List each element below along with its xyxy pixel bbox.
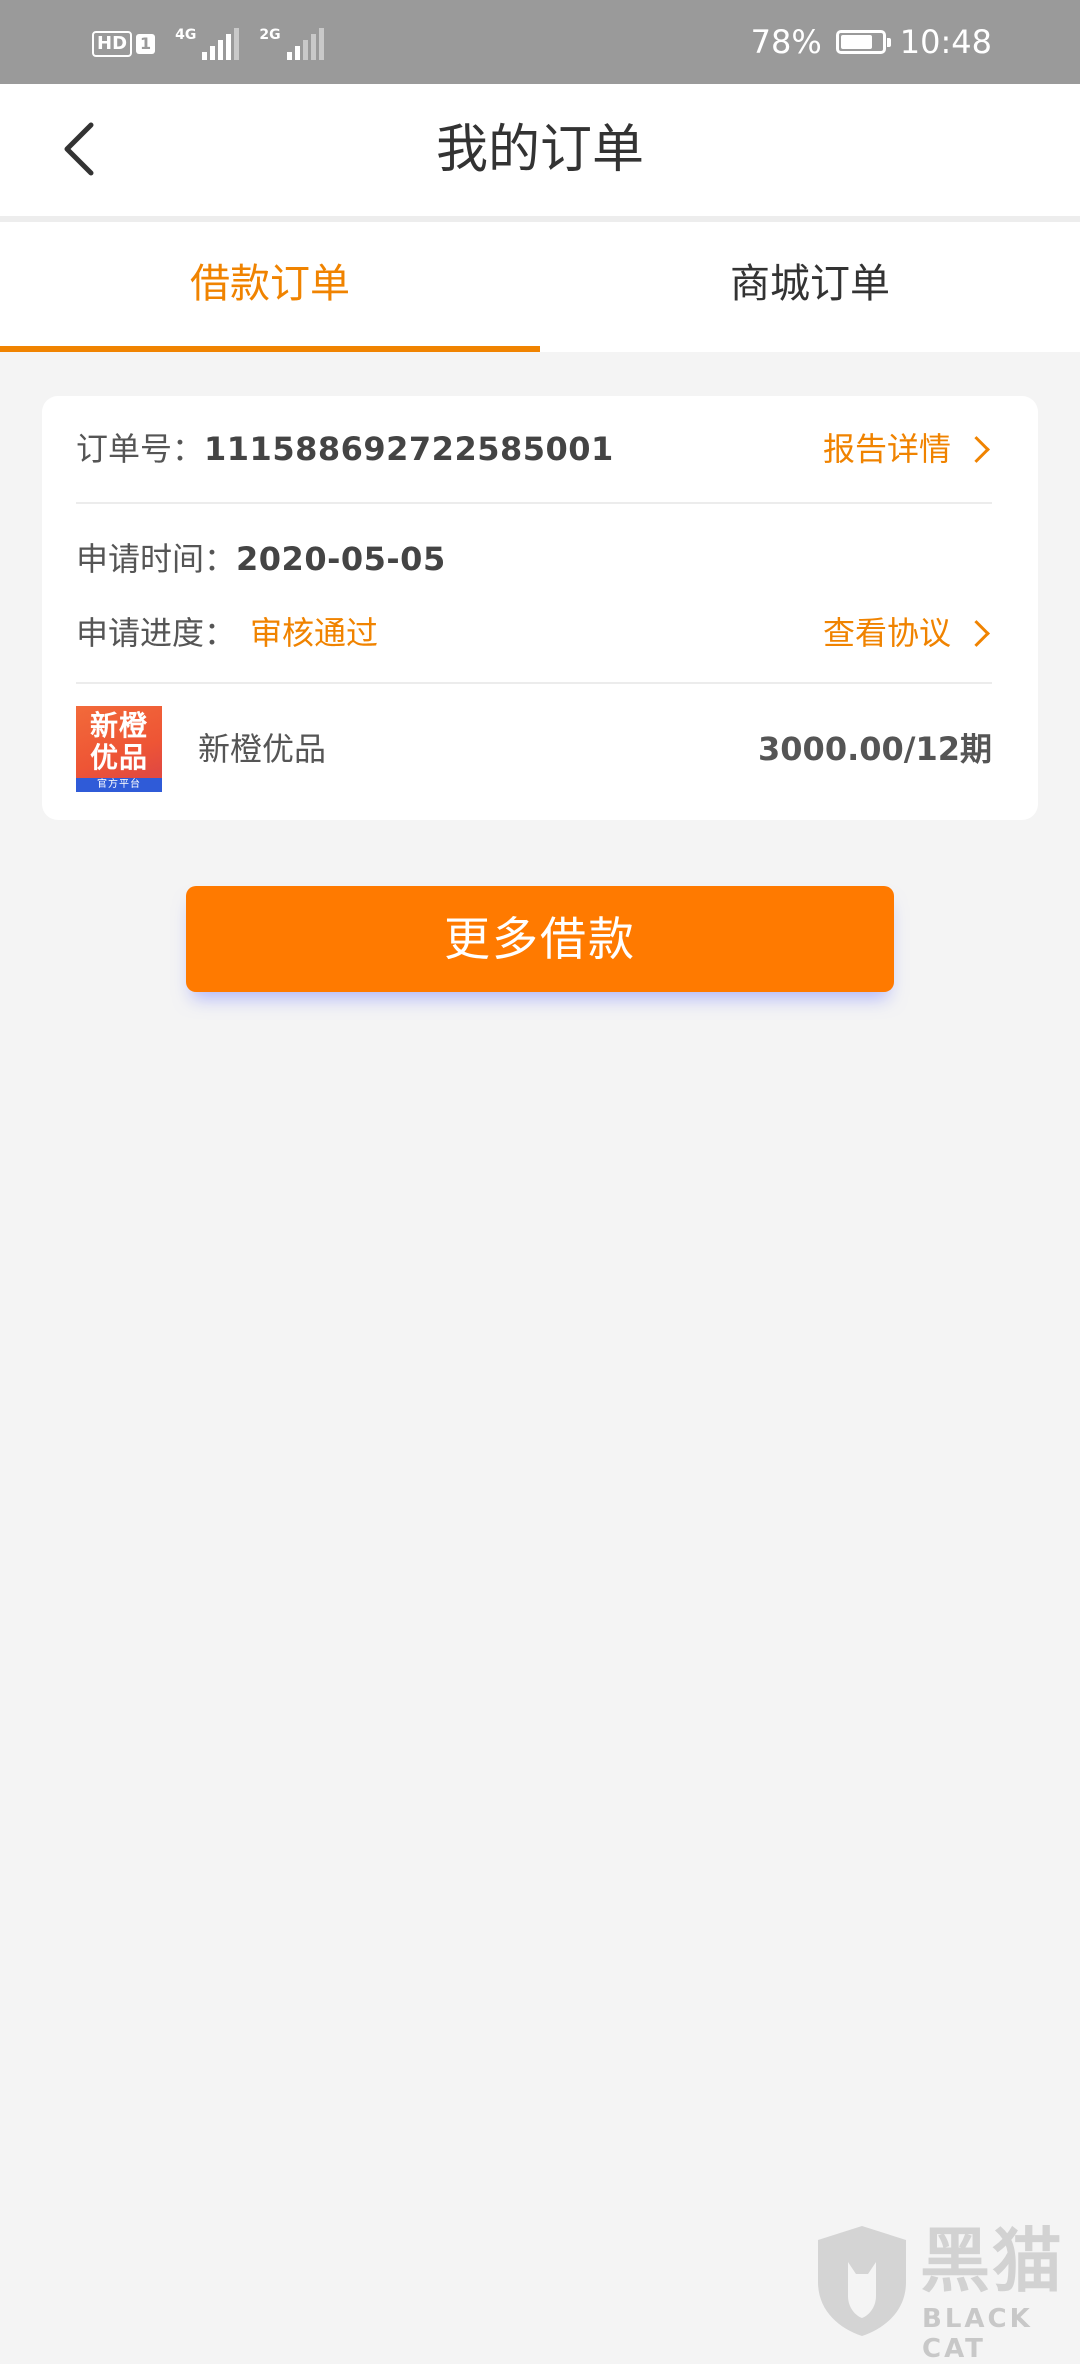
signal-4g-icon: 4G (175, 27, 240, 60)
tab-loan-orders[interactable]: 借款订单 (0, 222, 540, 352)
cat-shield-icon (818, 2226, 906, 2336)
product-name: 新橙优品 (198, 730, 327, 768)
divider (76, 682, 992, 684)
hd-voice-icon: HD 1 (92, 31, 156, 57)
apply-time-value: 2020-05-05 (236, 540, 446, 578)
status-right: 78% 10:48 (751, 20, 992, 64)
watermark-title: 黑猫 (920, 2220, 1064, 2302)
battery-icon (835, 30, 891, 54)
status-left: HD 1 4G 2G (92, 24, 324, 64)
apply-time-row: 申请时间：2020-05-05 (76, 536, 992, 582)
product-logo: 新橙 优品 官方平台 (76, 706, 162, 792)
report-detail-link[interactable]: 报告详情 (823, 426, 992, 472)
divider (76, 502, 992, 504)
order-number-value: 11158869272258500​1 (204, 430, 614, 468)
order-tabs: 借款订单 商城订单 (0, 222, 1080, 352)
network-type-label: 2G (259, 27, 281, 43)
apply-time-label: 申请时间： (76, 540, 237, 578)
black-cat-watermark: 黑猫 BLACK CAT (810, 2220, 1080, 2364)
hd-label: HD (92, 31, 133, 57)
chevron-right-icon (963, 435, 990, 463)
product-row[interactable]: 新橙 优品 官方平台 新橙优品 3000.00/12期 (76, 706, 992, 796)
battery-fill (840, 35, 872, 49)
order-card: 订单号：11158869272258500​1 报告详情 申请时间：2020-0… (42, 396, 1038, 820)
status-bar: HD 1 4G 2G 78% 10:48 (0, 0, 1080, 84)
more-loans-button[interactable]: 更多借款 (186, 886, 894, 992)
product-logo-text: 新橙 优品 (89, 709, 148, 774)
network-type-label: 4G (175, 27, 197, 43)
watermark-subtitle: BLACK CAT (922, 2304, 1033, 2364)
report-detail-label: 报告详情 (822, 430, 951, 468)
view-agreement-label: 查看协议 (822, 614, 951, 652)
clock: 10:48 (899, 23, 992, 61)
order-number-row: 订单号：11158869272258500​1 报告详情 (76, 426, 992, 472)
status-badge: 审核通过 (250, 614, 379, 652)
loan-amount: 3000.00/12期 (758, 730, 992, 768)
app-header: 我的订单 (0, 84, 1080, 222)
chevron-right-icon (963, 619, 990, 647)
hd-sim-label: 1 (136, 34, 156, 54)
apply-progress-row: 申请进度： 审核通过 查看协议 (76, 610, 992, 656)
view-agreement-link[interactable]: 查看协议 (823, 610, 992, 656)
page-title: 我的订单 (435, 120, 644, 180)
battery-percent: 78% (750, 23, 822, 61)
tab-mall-orders[interactable]: 商城订单 (540, 222, 1080, 352)
signal-2g-icon: 2G (259, 27, 324, 60)
product-logo-sub: 官方平台 (76, 778, 162, 792)
apply-progress-label: 申请进度： (76, 614, 237, 652)
order-number-label: 订单号： (76, 430, 205, 468)
